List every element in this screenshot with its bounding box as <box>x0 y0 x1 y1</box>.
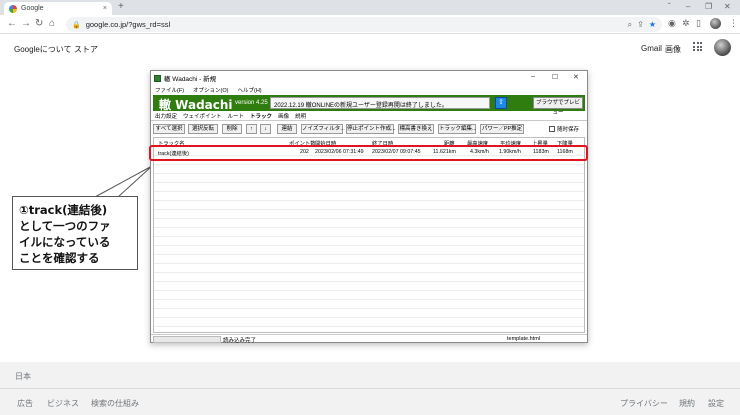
lock-icon[interactable]: 🔒 <box>72 21 81 29</box>
menu-help[interactable]: ヘルプ(H) <box>237 86 261 94</box>
tab-track[interactable]: トラック <box>250 112 272 120</box>
app-tabs: 出力設定 ウェイポイント ルート トラック 画像 説明 <box>151 112 587 121</box>
wadachi-logo: 轍 Wadachi <box>159 98 233 112</box>
app-icon <box>154 74 161 82</box>
tab-output-settings[interactable]: 出力設定 <box>155 112 177 120</box>
track-button-row: すべて選択 選択反転 削除 ↑ ↓ 連結 ノイズフィルタ... 停止ポイント作成… <box>153 124 585 135</box>
template-name: template.html <box>507 336 541 342</box>
tab-title: Google <box>21 5 44 12</box>
menu-options[interactable]: オプション(O) <box>193 86 228 94</box>
app-close-button[interactable]: ✕ <box>573 73 579 81</box>
track-table: トラック名 ポイント数 開始日時 終了日時 距離 最高速度 平均速度 上昇量 下… <box>153 137 585 333</box>
country-label: 日本 <box>15 372 31 381</box>
news-ticker: 2022.12.19 轍ONLINEの新規ユーザー登録再開は終了しました。 <box>270 97 490 109</box>
app-maximize-button[interactable]: ☐ <box>552 73 558 81</box>
move-up-button[interactable]: ↑ <box>246 124 257 134</box>
app-menubar: ファイル(F) オプション(O) ヘルプ(H) <box>151 85 587 95</box>
autosave-checkbox[interactable]: 随时保存 <box>549 125 579 133</box>
callout-text: ①track(連結後) として一つのファ イルになっている ことを確認する <box>19 203 111 265</box>
about-google-link[interactable]: Googleについて <box>14 44 72 55</box>
sidebar-icon[interactable]: ▯ <box>696 18 701 29</box>
footer-ads-link[interactable]: 広告 <box>17 398 33 409</box>
merge-button[interactable]: 連結 <box>277 124 297 134</box>
address-bar[interactable]: 🔒 google.co.jp/?gws_rd=ssl ⌕ ⇪ ★ <box>66 17 662 32</box>
brand-banner: 轍 Wadachi version 4.25 2022.12.19 轍ONLIN… <box>153 95 585 116</box>
app-statusbar: 読み込み完了 template.html <box>151 334 587 344</box>
version-label: version 4.25 <box>235 100 268 106</box>
footer-how-search-works-link[interactable]: 検索の仕組み <box>91 398 139 409</box>
profile-avatar[interactable] <box>714 39 731 56</box>
extension-icon[interactable]: ◉ <box>668 18 676 29</box>
store-link[interactable]: ストア <box>74 44 98 55</box>
close-window-button[interactable]: ✕ <box>724 2 731 11</box>
browser-preview-button[interactable]: ブラウザでプレビュー <box>533 97 583 116</box>
checkbox-label: 随时保存 <box>557 127 580 133</box>
annotation-callout: ①track(連結後) として一つのファ イルになっている ことを確認する <box>12 196 138 270</box>
status-message: 読み込み完了 <box>223 338 257 344</box>
power-estimate-button[interactable]: パワー／PP推定 <box>480 124 524 134</box>
footer-privacy-link[interactable]: プライバシー <box>620 398 668 409</box>
profile-avatar-small[interactable] <box>710 18 721 29</box>
app-title: 轍 Wadachi - 新規 <box>164 76 217 83</box>
tab-strip: Google × + ˇ – ❐ ✕ <box>0 0 740 15</box>
wadachi-window: 轍 Wadachi - 新規 – ☐ ✕ ファイル(F) オプション(O) ヘル… <box>150 70 588 344</box>
restore-window-button[interactable]: ❐ <box>705 2 712 11</box>
footer-business-link[interactable]: ビジネス <box>47 398 79 409</box>
tab-description[interactable]: 説明 <box>295 112 306 120</box>
app-titlebar: 轍 Wadachi - 新規 <box>151 71 587 85</box>
new-tab-button[interactable]: + <box>118 1 124 12</box>
star-icon[interactable]: ★ <box>649 20 656 29</box>
select-all-button[interactable]: すべて選択 <box>153 124 185 134</box>
back-button[interactable]: ← <box>7 18 17 30</box>
rewrite-elevation-button[interactable]: 標高書き換え <box>398 124 434 134</box>
delete-button[interactable]: 削除 <box>222 124 242 134</box>
menu-file[interactable]: ファイル(F) <box>155 86 184 94</box>
minimize-window-button[interactable]: – <box>686 2 690 11</box>
noise-filter-button[interactable]: ノイズフィルタ... <box>301 124 345 134</box>
tab-search-icon[interactable]: ˇ <box>668 2 671 11</box>
images-link[interactable]: 画像 <box>665 44 681 55</box>
app-minimize-button[interactable]: – <box>531 73 535 80</box>
google-favicon-icon <box>9 4 17 13</box>
move-down-button[interactable]: ↓ <box>260 124 271 134</box>
tab-close-icon[interactable]: × <box>103 5 107 12</box>
tab-route[interactable]: ルート <box>228 112 245 120</box>
highlight-box <box>149 145 588 161</box>
tab-images[interactable]: 画像 <box>278 112 289 120</box>
url-text[interactable]: google.co.jp/?gws_rd=ssl <box>86 20 623 29</box>
footer-divider <box>0 388 740 389</box>
invert-selection-button[interactable]: 選択反転 <box>188 124 218 134</box>
checkbox-box[interactable] <box>549 126 555 132</box>
browser-tab[interactable]: Google × <box>4 2 112 15</box>
google-footer: 日本 広告 ビジネス 検索の仕組み プライバシー 規約 設定 <box>0 362 740 415</box>
edit-track-button[interactable]: トラック編集... <box>438 124 477 134</box>
reload-button[interactable]: ↻ <box>35 18 43 30</box>
footer-terms-link[interactable]: 規約 <box>679 398 695 409</box>
tab-waypoint[interactable]: ウェイポイント <box>183 112 222 120</box>
browser-toolbar: ← → ↻ ⌂ 🔒 google.co.jp/?gws_rd=ssl ⌕ ⇪ ★… <box>0 15 740 34</box>
home-button[interactable]: ⌂ <box>49 18 55 30</box>
footer-settings-link[interactable]: 設定 <box>708 398 724 409</box>
puzzle-icon[interactable]: ✲ <box>682 18 690 29</box>
progress-bar <box>153 336 221 343</box>
upload-icon[interactable]: ⇧ <box>495 97 507 109</box>
search-icon[interactable]: ⌕ <box>628 20 632 30</box>
kebab-menu-icon[interactable]: ⋮ <box>729 18 738 29</box>
share-icon[interactable]: ⇪ <box>637 20 644 29</box>
apps-grid-icon[interactable] <box>693 42 702 51</box>
forward-button[interactable]: → <box>21 18 31 30</box>
create-stop-points-button[interactable]: 停止ポイント作成... <box>346 124 396 134</box>
gmail-link[interactable]: Gmail <box>641 44 662 53</box>
